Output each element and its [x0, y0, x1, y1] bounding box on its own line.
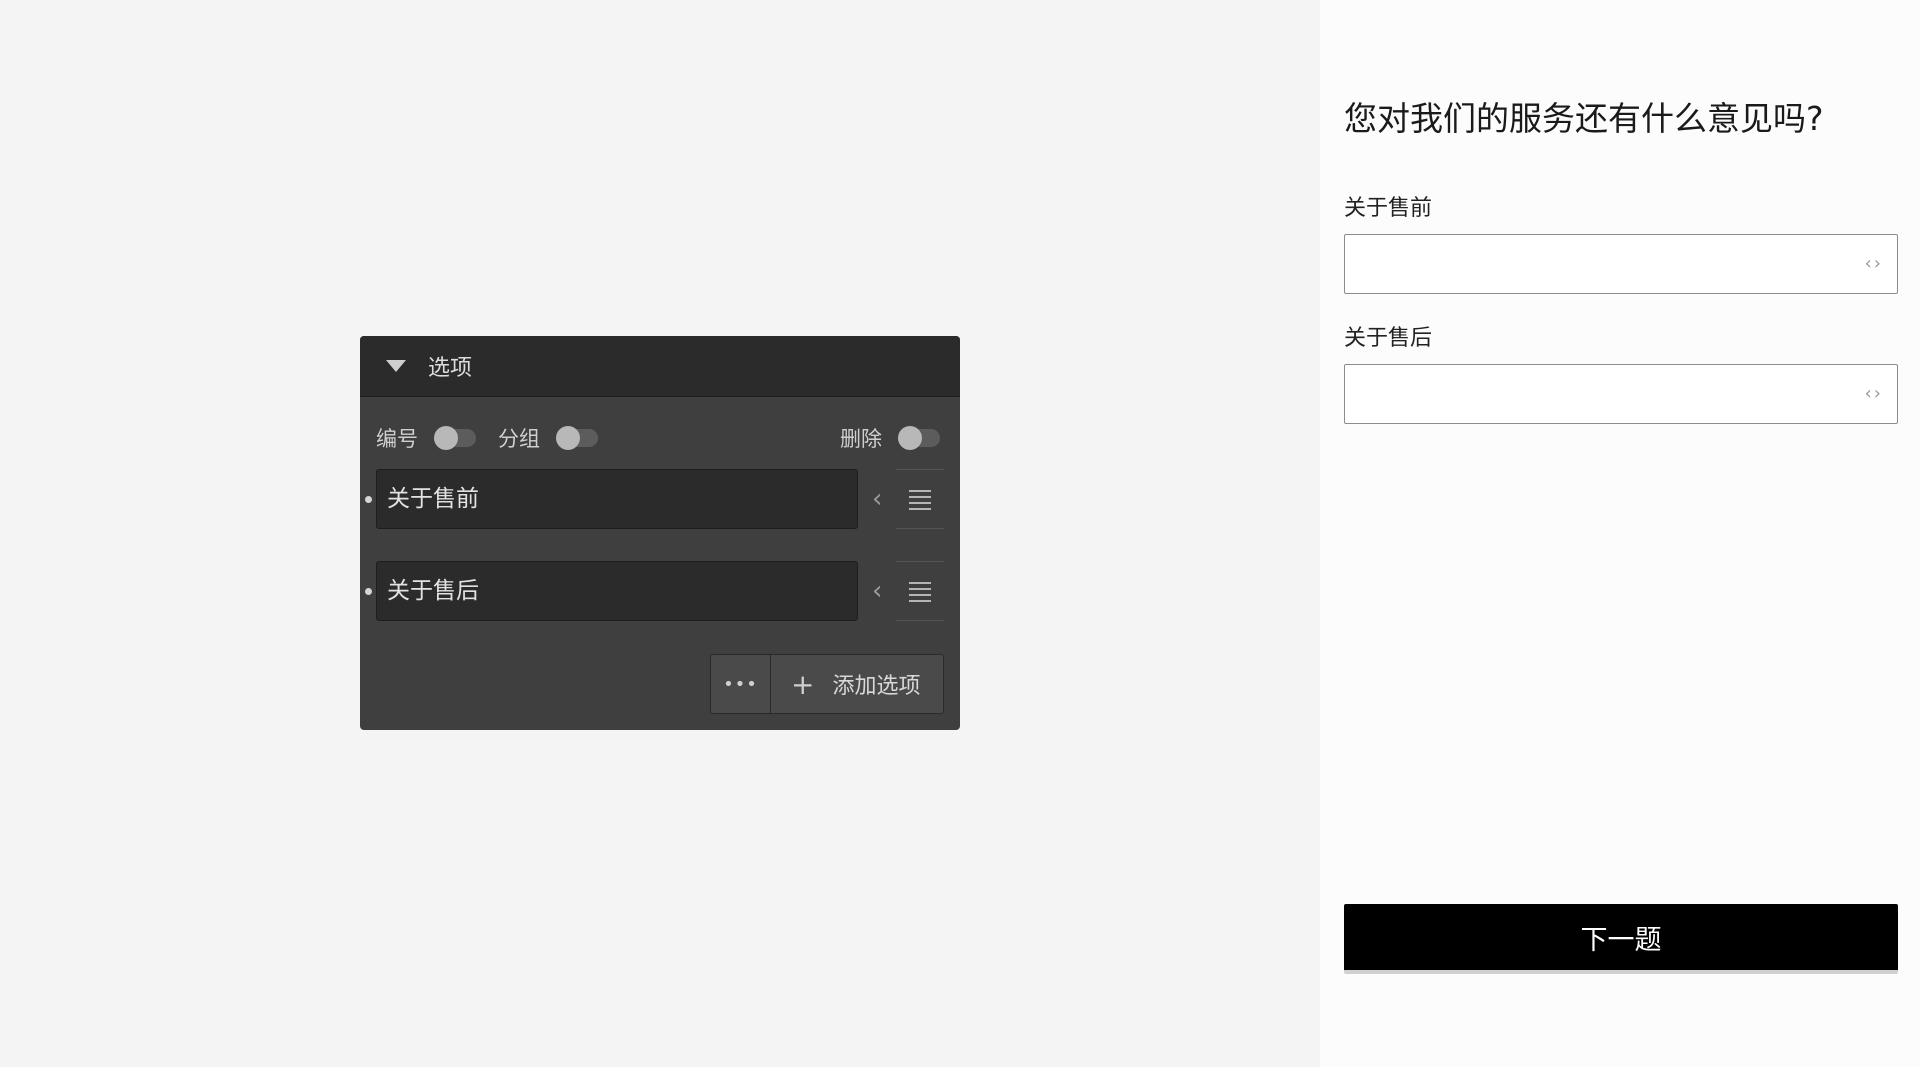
- options-panel-header[interactable]: 选项: [360, 336, 960, 397]
- delete-label: 删除: [840, 427, 882, 451]
- code-icon: ‹›: [1864, 253, 1883, 274]
- text-field[interactable]: ‹›: [1344, 364, 1898, 424]
- options-panel: 选项 编号 分组 删除 关于售前 ‹ 关于售后 ‹ ••• + 添加选项: [360, 336, 960, 730]
- option-row: 关于售后 ‹: [360, 561, 960, 621]
- next-question-button[interactable]: 下一题: [1344, 904, 1898, 974]
- option-row: 关于售前 ‹: [360, 469, 960, 529]
- bullet-icon: [365, 588, 372, 595]
- chevron-left-icon[interactable]: ‹: [872, 578, 892, 604]
- option-input[interactable]: 关于售前: [376, 469, 858, 529]
- text-field[interactable]: ‹›: [1344, 234, 1898, 294]
- grouping-label: 分组: [498, 427, 540, 451]
- add-option-button[interactable]: + 添加选项: [771, 655, 943, 713]
- collapse-caret-icon[interactable]: [386, 360, 406, 372]
- preview-pane: 您对我们的服务还有什么意见吗? 关于售前 ‹› 关于售后 ‹› 下一题: [1320, 0, 1920, 1067]
- chevron-left-icon[interactable]: ‹: [872, 486, 892, 512]
- delete-toggle-knob: [898, 426, 922, 450]
- grouping-toggle[interactable]: [556, 426, 598, 450]
- delete-toggle[interactable]: [898, 426, 940, 450]
- numbering-label: 编号: [376, 427, 418, 451]
- numbering-toggle[interactable]: [434, 426, 476, 450]
- toggle-row: 编号 分组 删除: [376, 420, 940, 456]
- drag-handle-icon[interactable]: [896, 561, 944, 621]
- field-label: 关于售后: [1344, 326, 1433, 351]
- add-option-label: 添加选项: [832, 674, 921, 699]
- plus-icon: +: [791, 667, 815, 701]
- drag-handle-icon[interactable]: [896, 469, 944, 529]
- option-input[interactable]: 关于售后: [376, 561, 858, 621]
- grouping-toggle-knob: [556, 426, 580, 450]
- field-label: 关于售前: [1344, 196, 1433, 221]
- options-panel-title: 选项: [428, 356, 473, 381]
- numbering-toggle-knob: [434, 426, 458, 450]
- app-root: 选项 编号 分组 删除 关于售前 ‹ 关于售后 ‹ ••• + 添加选项 您对我…: [0, 0, 1920, 1067]
- code-icon: ‹›: [1864, 383, 1883, 404]
- more-options-button[interactable]: •••: [711, 655, 771, 713]
- add-option-group: ••• + 添加选项: [710, 654, 944, 714]
- question-title: 您对我们的服务还有什么意见吗?: [1344, 99, 1824, 138]
- bullet-icon: [365, 496, 372, 503]
